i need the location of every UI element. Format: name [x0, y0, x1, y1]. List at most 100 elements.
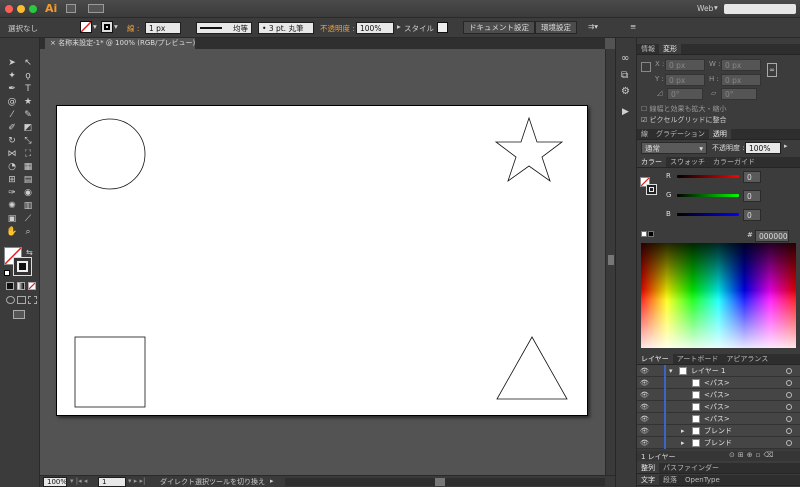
zoom-tool-icon[interactable]: ⌕: [22, 226, 34, 238]
direct-selection-tool-icon[interactable]: ↖: [22, 57, 34, 69]
target-circle-icon[interactable]: [786, 368, 792, 374]
zoom-field[interactable]: 100%: [43, 477, 67, 487]
spiral-tool-icon[interactable]: @: [6, 96, 18, 108]
draw-behind-icon[interactable]: [17, 296, 26, 304]
g-slider[interactable]: [677, 194, 739, 197]
pixel-grid-checkbox[interactable]: ☑ ピクセルグリッドに整合: [641, 115, 727, 125]
symbol-sprayer-tool-icon[interactable]: ✺: [6, 200, 18, 212]
artboard[interactable]: [56, 105, 588, 416]
y-field[interactable]: 0 px: [665, 74, 705, 86]
tab-transparency[interactable]: 透明: [708, 129, 731, 139]
shear-field[interactable]: 0°: [721, 88, 757, 100]
vertical-scrollbar[interactable]: [605, 49, 615, 475]
variable-width-profile[interactable]: 均等: [196, 22, 252, 34]
target-circle-icon[interactable]: [786, 416, 792, 422]
visibility-eye-icon[interactable]: 👁: [640, 367, 649, 375]
hex-field[interactable]: 000000: [755, 230, 789, 242]
lasso-tool-icon[interactable]: ϙ: [22, 70, 34, 82]
constrain-proportions-icon[interactable]: ∞: [767, 63, 777, 77]
target-circle-icon[interactable]: [786, 428, 792, 434]
transform-icon[interactable]: ⧉: [621, 70, 628, 81]
panel-stroke-swatch[interactable]: [646, 184, 657, 195]
layer-row[interactable]: 👁 ▾ レイヤー 1: [637, 365, 800, 377]
workspace-switcher[interactable]: Web: [697, 4, 713, 13]
visibility-eye-icon[interactable]: 👁: [640, 427, 649, 435]
canvas-area[interactable]: [40, 49, 605, 475]
tab-character[interactable]: 文字: [637, 475, 659, 485]
blob-brush-tool-icon[interactable]: ✐: [6, 122, 18, 134]
rotate-tool-icon[interactable]: ↻: [6, 135, 18, 147]
tab-paragraph[interactable]: 段落: [659, 475, 681, 485]
pencil-tool-icon[interactable]: ✎: [22, 109, 34, 121]
visibility-eye-icon[interactable]: 👁: [640, 439, 649, 447]
scale-tool-icon[interactable]: ⤡: [22, 135, 34, 147]
layer-row[interactable]: 👁 ▸ ブレンド: [637, 437, 800, 449]
preferences-button[interactable]: 環境設定: [535, 21, 577, 34]
document-tab[interactable]: × 名称未設定-1* @ 100% (RGB/プレビュー): [45, 38, 195, 49]
mesh-tool-icon[interactable]: ⊞: [6, 174, 18, 186]
layer-row[interactable]: 👁 <パス>: [637, 389, 800, 401]
brush-definition[interactable]: • 3 pt. 丸筆: [258, 22, 314, 34]
eyedropper-tool-icon[interactable]: ✑: [6, 187, 18, 199]
pen-tool-icon[interactable]: ✒: [6, 83, 18, 95]
tab-color-guide[interactable]: カラーガイド: [709, 157, 759, 167]
layer-row[interactable]: 👁 <パス>: [637, 401, 800, 413]
triangle-shape[interactable]: [496, 336, 568, 400]
tab-swatches[interactable]: スウォッチ: [666, 157, 709, 167]
reference-point-icon[interactable]: [641, 62, 651, 72]
w-field[interactable]: 0 px: [721, 59, 761, 71]
opacity-field[interactable]: 100%: [356, 22, 394, 34]
fill-swatch[interactable]: [80, 21, 92, 33]
perspective-grid-tool-icon[interactable]: ▦: [22, 161, 34, 173]
target-circle-icon[interactable]: [786, 380, 792, 386]
g-field[interactable]: 0: [743, 190, 761, 202]
stroke-width-field[interactable]: 1 px: [145, 22, 181, 34]
horizontal-scrollbar[interactable]: [285, 478, 605, 486]
b-slider[interactable]: [677, 213, 739, 216]
black-swatch[interactable]: [648, 231, 654, 237]
layer-row[interactable]: 👁 ▸ ブレンド: [637, 425, 800, 437]
stroke-color-box[interactable]: [13, 257, 32, 276]
magic-wand-tool-icon[interactable]: ✦: [6, 70, 18, 82]
visibility-eye-icon[interactable]: 👁: [640, 403, 649, 411]
tab-artboards[interactable]: アートボード: [673, 354, 723, 364]
circle-shape[interactable]: [74, 118, 146, 190]
link-icon[interactable]: ∞: [621, 53, 629, 64]
gradient-mode-icon[interactable]: [17, 282, 25, 290]
r-field[interactable]: 0: [743, 171, 761, 183]
arrange-icon[interactable]: ⇉▾: [588, 22, 598, 31]
tab-color[interactable]: カラー: [637, 157, 666, 167]
none-mode-icon[interactable]: [28, 282, 36, 290]
tab-align[interactable]: 整列: [637, 463, 659, 473]
close-tab-icon[interactable]: ×: [50, 39, 56, 47]
scale-strokes-checkbox[interactable]: ☐ 線幅と効果も拡大・縮小: [641, 104, 727, 114]
tab-stroke[interactable]: 線: [637, 129, 652, 139]
search-input[interactable]: [724, 4, 796, 14]
artboard-tool-icon[interactable]: ▣: [6, 213, 18, 225]
artboard-nav-prev[interactable]: ▾ |◂ ◂: [70, 477, 87, 485]
column-graph-tool-icon[interactable]: ▥: [22, 200, 34, 212]
gradient-tool-icon[interactable]: ▤: [22, 174, 34, 186]
artboard-number-field[interactable]: 1: [98, 477, 126, 487]
stroke-swatch[interactable]: [101, 21, 113, 33]
target-circle-icon[interactable]: [786, 392, 792, 398]
tab-appearance[interactable]: アピアランス: [722, 354, 772, 364]
minimize-window-button[interactable]: [17, 5, 25, 13]
layer-row[interactable]: 👁 <パス>: [637, 413, 800, 425]
layer-actions-icons[interactable]: ⊙⊞⊕▫⌫: [729, 451, 776, 459]
visibility-eye-icon[interactable]: 👁: [640, 379, 649, 387]
angle-field[interactable]: 0°: [667, 88, 703, 100]
square-shape[interactable]: [74, 336, 146, 408]
zoom-window-button[interactable]: [29, 5, 37, 13]
hand-tool-icon[interactable]: ✋: [6, 226, 18, 238]
target-circle-icon[interactable]: [786, 440, 792, 446]
layer-row[interactable]: 👁 <パス>: [637, 377, 800, 389]
play-icon[interactable]: ▶: [622, 107, 629, 117]
star-tool-icon[interactable]: ★: [22, 96, 34, 108]
screen-mode-icon[interactable]: [13, 310, 25, 319]
tab-pathfinder[interactable]: パスファインダー: [659, 463, 723, 473]
draw-inside-icon[interactable]: [28, 296, 37, 304]
chevron-right-icon[interactable]: ▸: [397, 22, 401, 31]
chevron-down-icon[interactable]: ▾: [114, 22, 118, 31]
panel-menu-icon[interactable]: ≡: [630, 22, 636, 31]
